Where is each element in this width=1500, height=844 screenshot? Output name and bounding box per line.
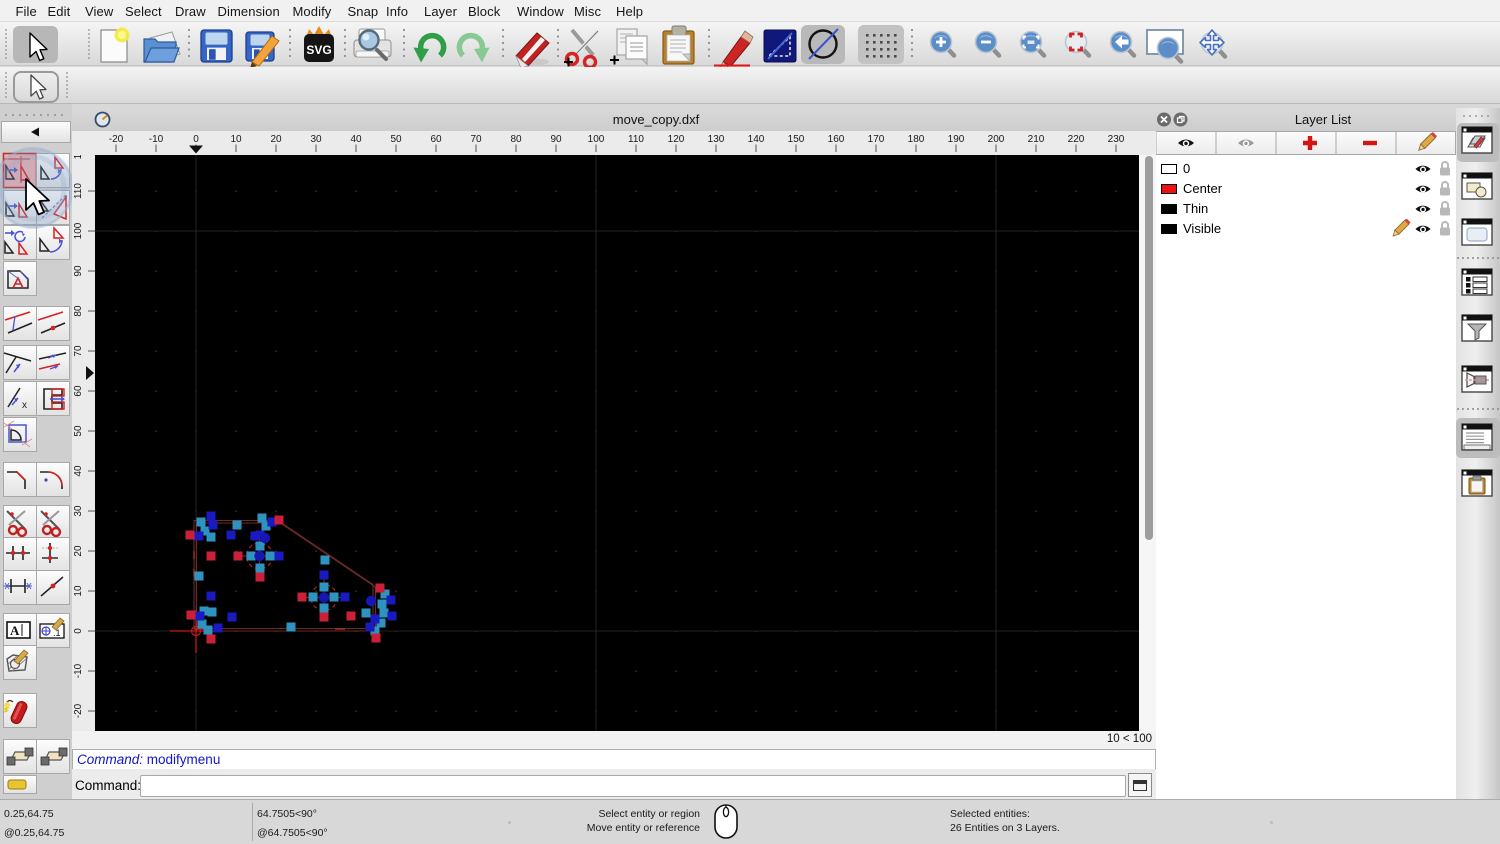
svg-text:70: 70 [470,134,482,145]
svg-text:160: 160 [828,134,845,145]
svg-text:80: 80 [510,134,522,145]
svg-text:50: 50 [73,425,84,437]
svg-text:30: 30 [310,134,322,145]
svg-text:50: 50 [390,134,402,145]
svg-text:60: 60 [430,134,442,145]
svg-text:40: 40 [350,134,362,145]
svg-text:-20: -20 [73,703,84,718]
svg-text:20: 20 [270,134,282,145]
svg-text:Layer List: Layer List [1295,112,1352,127]
svg-text:120: 120 [668,134,685,145]
svg-text:70: 70 [73,345,84,357]
svg-text:80: 80 [73,305,84,317]
svg-text:90: 90 [73,265,84,277]
svg-text:60: 60 [73,385,84,397]
svg-text:110: 110 [73,183,84,199]
svg-text:0: 0 [73,628,84,634]
svg-text:120: 120 [73,155,84,159]
svg-text:200: 200 [988,134,1005,145]
svg-text:20: 20 [73,545,84,557]
svg-text:SVG: SVG [306,43,331,57]
svg-text:-20: -20 [109,134,124,145]
svg-text:190: 190 [948,134,965,145]
svg-text:150: 150 [788,134,805,145]
svg-text:90: 90 [550,134,562,145]
svg-text:110: 110 [628,134,644,145]
svg-text:180: 180 [908,134,925,145]
svg-text:10: 10 [73,585,84,597]
svg-text:-10: -10 [73,663,84,678]
svg-text:140: 140 [748,134,765,145]
svg-text:210: 210 [1028,134,1045,145]
svg-text:0: 0 [193,134,199,145]
svg-text:A: A [10,623,20,638]
svg-text:100: 100 [588,134,605,145]
svg-text:230: 230 [1108,134,1125,145]
svg-text:x: x [22,400,27,411]
svg-text:170: 170 [868,134,885,145]
svg-text:10: 10 [230,134,242,145]
svg-text:100: 100 [73,222,84,239]
svg-text:30: 30 [73,505,84,517]
svg-text:220: 220 [1068,134,1085,145]
svg-text:-10: -10 [149,134,164,145]
svg-text:130: 130 [708,134,725,145]
svg-text:40: 40 [73,465,84,477]
